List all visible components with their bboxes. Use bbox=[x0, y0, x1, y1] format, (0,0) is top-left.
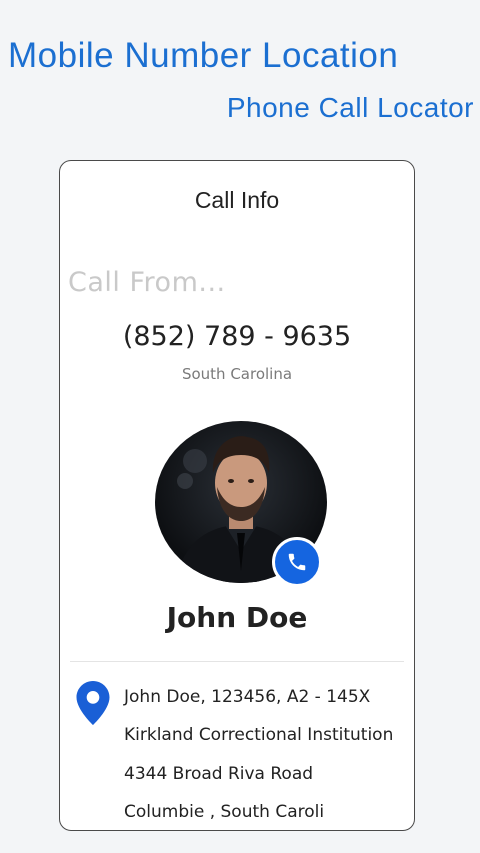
phone-icon bbox=[288, 553, 306, 571]
location-pin-icon bbox=[76, 681, 110, 725]
call-info-card: Call Info Call From... (852) 789 - 9635 … bbox=[59, 160, 415, 831]
caller-name: John Doe bbox=[166, 601, 308, 634]
divider bbox=[70, 661, 404, 662]
call-from-label: Call From... bbox=[68, 267, 226, 298]
address-line-3: 4344 Broad Riva Road bbox=[124, 764, 314, 784]
address-line-1: John Doe, 123456, A2 - 145X bbox=[124, 687, 371, 707]
phone-number: (852) 789 - 9635 bbox=[122, 321, 352, 352]
call-button[interactable] bbox=[272, 537, 322, 587]
card-heading: Call Info bbox=[194, 187, 280, 213]
app-title: Mobile Number Location bbox=[8, 36, 399, 75]
address-line-2: Kirkland Correctional Institution bbox=[124, 725, 394, 745]
caller-region: South Carolina bbox=[181, 365, 293, 383]
app-subtitle: Phone Call Locator bbox=[226, 92, 474, 123]
address-line-4: Columbie , South Caroli bbox=[124, 802, 325, 822]
